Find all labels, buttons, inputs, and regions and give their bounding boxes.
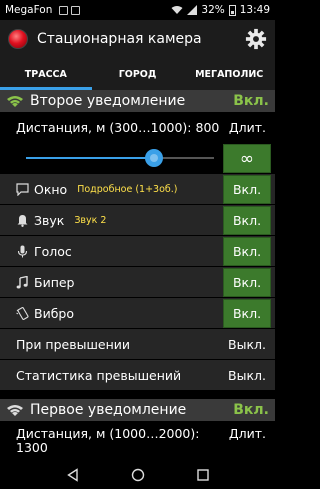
on-exceed-row[interactable]: При превышении Выкл. bbox=[0, 329, 275, 360]
sound-toggle[interactable]: Вкл. bbox=[223, 205, 271, 235]
music-note-icon bbox=[16, 275, 28, 288]
option-sub: Звук 2 bbox=[74, 214, 107, 226]
section-state[interactable]: Вкл. bbox=[233, 93, 269, 109]
battery-percent: 32% bbox=[201, 4, 225, 16]
vibro-toggle[interactable]: Вкл. bbox=[223, 298, 271, 328]
app-bar: Стационарная камера bbox=[0, 20, 275, 57]
section-title: Второе уведомление bbox=[30, 93, 186, 109]
beeper-toggle[interactable]: Вкл. bbox=[223, 267, 271, 297]
on-exceed-label: При превышении bbox=[16, 336, 131, 352]
first-notice-header[interactable]: Первое уведомление Вкл. bbox=[0, 399, 275, 421]
window-toggle[interactable]: Вкл. bbox=[223, 174, 271, 204]
tab-megapolis[interactable]: МЕГАПОЛИС bbox=[183, 57, 275, 90]
home-icon[interactable] bbox=[131, 468, 145, 482]
wifi-signal-icon bbox=[7, 405, 23, 416]
battery-icon bbox=[228, 4, 236, 16]
slider-track-empty bbox=[154, 157, 214, 159]
distance-label: Дистанция, м (300…1000): 800 bbox=[16, 120, 220, 135]
tab-highway[interactable]: ТРАССА bbox=[0, 57, 92, 90]
speech-bubble-icon bbox=[16, 182, 29, 196]
section-state[interactable]: Вкл. bbox=[233, 402, 269, 418]
option-row-sound[interactable]: Звук Звук 2 Вкл. bbox=[0, 205, 275, 236]
recents-icon[interactable] bbox=[196, 468, 210, 482]
distance-row: Дистанция, м (1000…2000): 1300 Длит. bbox=[0, 421, 275, 461]
option-label: Окно bbox=[34, 181, 68, 197]
microphone-icon bbox=[17, 245, 28, 257]
second-notice-header[interactable]: Второе уведомление Вкл. bbox=[0, 90, 275, 112]
wifi-icon bbox=[171, 6, 183, 14]
status-bar: MegaFon 32% 13:49 bbox=[0, 0, 275, 20]
carrier-name: MegaFon bbox=[5, 4, 53, 16]
tab-city[interactable]: ГОРОД bbox=[92, 57, 184, 90]
back-icon[interactable] bbox=[66, 468, 80, 482]
tab-bar: ТРАССА ГОРОД МЕГАПОЛИС bbox=[0, 57, 275, 90]
section-title: Первое уведомление bbox=[30, 402, 187, 418]
gallery-notification-icon bbox=[71, 5, 81, 15]
option-row-vibro[interactable]: Вибро Вкл. bbox=[0, 298, 275, 329]
slider-track-filled bbox=[26, 157, 154, 159]
wifi-signal-icon bbox=[7, 96, 23, 107]
app-title: Стационарная камера bbox=[37, 30, 202, 47]
stats-value[interactable]: Выкл. bbox=[228, 368, 266, 383]
signal-icon bbox=[187, 5, 198, 15]
duration-label: Длит. bbox=[228, 120, 266, 135]
option-row-beeper[interactable]: Бипер Вкл. bbox=[0, 267, 275, 298]
image-notification-icon bbox=[59, 5, 69, 15]
duration-label: Длит. bbox=[228, 426, 266, 441]
distance-slider-row: ∞ bbox=[0, 143, 275, 174]
option-row-voice[interactable]: Голос Вкл. bbox=[0, 236, 275, 267]
option-label: Бипер bbox=[34, 274, 75, 290]
settings-content[interactable]: Второе уведомление Вкл. Дистанция, м (30… bbox=[0, 90, 275, 461]
distance-label: Дистанция, м (1000…2000): 1300 bbox=[16, 426, 200, 455]
on-exceed-value[interactable]: Выкл. bbox=[228, 337, 266, 352]
voice-toggle[interactable]: Вкл. bbox=[223, 236, 271, 266]
option-label: Звук bbox=[34, 212, 65, 228]
gear-icon[interactable] bbox=[245, 28, 267, 50]
navigation-bar bbox=[0, 461, 275, 489]
bell-icon bbox=[17, 214, 28, 227]
duration-button[interactable]: ∞ bbox=[223, 144, 271, 173]
clock: 13:49 bbox=[239, 4, 270, 16]
option-row-window[interactable]: Окно Подробное (1+3об.) Вкл. bbox=[0, 174, 275, 205]
stats-row[interactable]: Статистика превышений Выкл. bbox=[0, 360, 275, 391]
option-sub: Подробное (1+3об.) bbox=[77, 183, 178, 195]
distance-slider[interactable] bbox=[145, 149, 163, 167]
option-label: Вибро bbox=[34, 305, 74, 321]
vibrate-icon bbox=[16, 306, 29, 320]
distance-row: Дистанция, м (300…1000): 800 Длит. bbox=[0, 112, 275, 143]
option-label: Голос bbox=[34, 243, 72, 259]
stats-label: Статистика превышений bbox=[16, 367, 182, 383]
app-logo bbox=[8, 28, 28, 49]
